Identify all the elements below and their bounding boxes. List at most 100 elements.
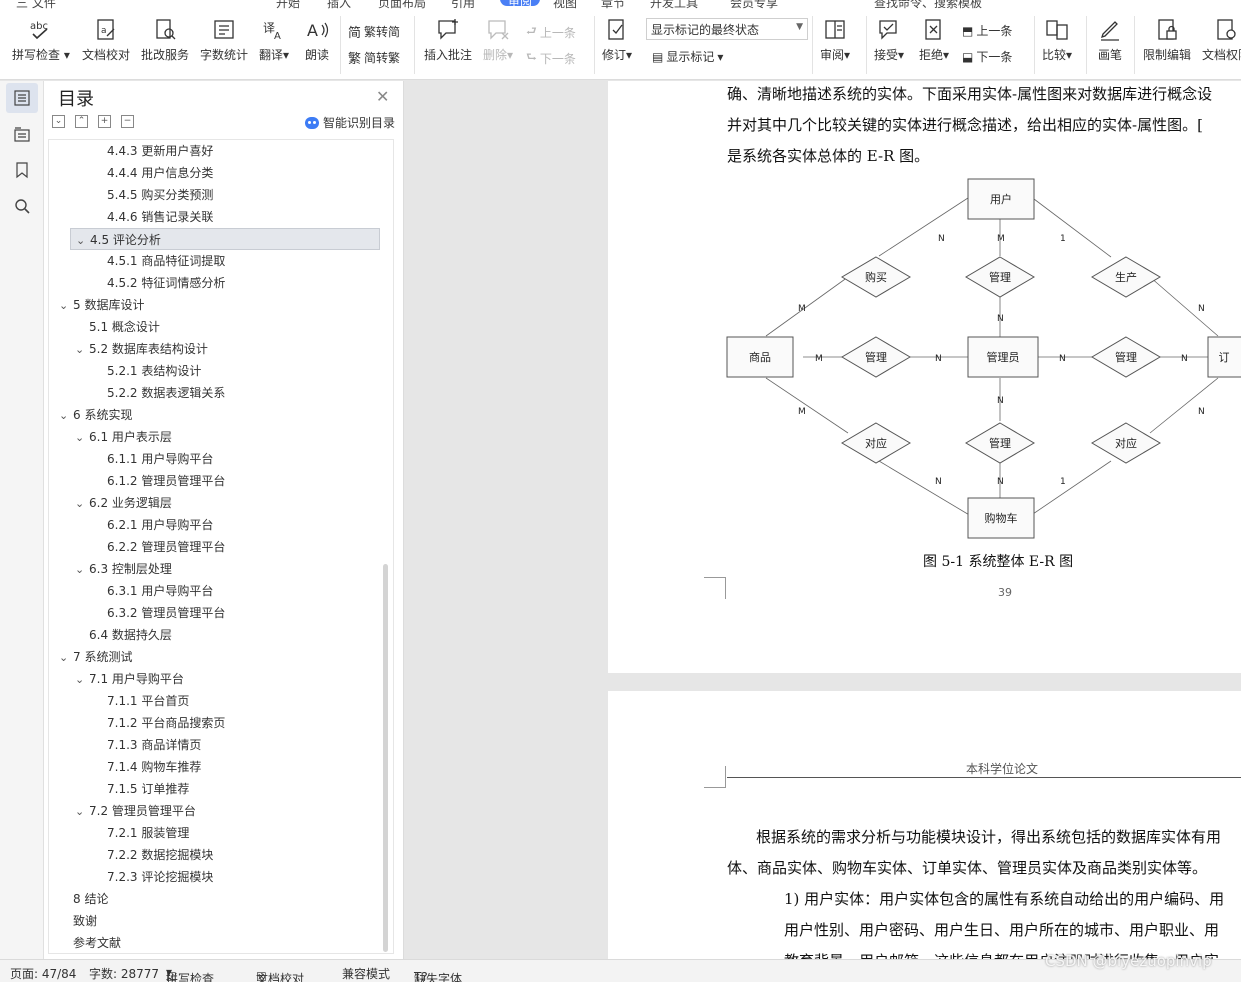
chevron-down-icon[interactable]: ⌄ xyxy=(75,493,89,515)
delete-comment-button[interactable]: 删除▾ xyxy=(483,18,513,63)
menu-tab[interactable]: 页面布局 xyxy=(378,0,426,10)
toc-item[interactable]: ⌄ 7 系统测试 xyxy=(59,646,132,668)
spell-check-status[interactable]: ☑ 拼写检查 ▾ xyxy=(166,965,214,982)
menu-tab[interactable]: 引用 xyxy=(451,0,475,10)
toc-item[interactable]: 6.4 数据持久层 xyxy=(89,624,172,646)
word-count-button[interactable]: 字数统计 xyxy=(200,18,248,63)
chevron-down-icon[interactable]: ⌄ xyxy=(59,647,73,669)
chevron-down-icon[interactable]: ⌄ xyxy=(76,230,90,252)
toc-item[interactable]: 7.2.2 数据挖掘模块 xyxy=(107,844,213,866)
accept-button[interactable]: 接受▾ xyxy=(874,18,904,63)
toc-item[interactable]: 4.4.4 用户信息分类 xyxy=(107,162,213,184)
toc-item-label: 7.1.1 平台首页 xyxy=(107,694,190,708)
toc-item[interactable]: 5.1 概念设计 xyxy=(89,316,160,338)
toc-item[interactable]: 4.5.2 特征词情感分析 xyxy=(107,272,225,294)
toc-item[interactable]: ⌄ 6.3 控制层处理 xyxy=(75,558,172,580)
next-comment-button[interactable]: ⮑ 下一条 xyxy=(526,48,576,69)
toc-pane-button[interactable] xyxy=(6,83,38,113)
spell-check-button[interactable]: abc 拼写检查 ▾ xyxy=(12,18,70,63)
toc-item[interactable]: ⌄ 6.2 业务逻辑层 xyxy=(75,492,172,514)
annotate-service-button[interactable]: 批改服务 xyxy=(141,18,189,63)
smart-toc-button[interactable]: 智能识别目录 xyxy=(304,114,395,131)
close-icon[interactable]: ✕ xyxy=(376,87,389,106)
toc-item[interactable]: 4.4.3 更新用户喜好 xyxy=(107,140,213,162)
translate-button[interactable]: 译A 翻译▾ xyxy=(259,18,289,63)
expand-all-icon[interactable]: ⌄ xyxy=(52,115,65,128)
toc-item[interactable]: ⌄ 5 数据库设计 xyxy=(59,294,144,316)
prev-change-button[interactable]: ⬒ 上一条 xyxy=(962,22,1012,39)
menu-tab[interactable]: 会员专享 xyxy=(730,0,778,10)
collapse-all-icon[interactable]: ⌃ xyxy=(75,115,88,128)
toc-item[interactable]: 6.2.1 用户导购平台 xyxy=(107,514,213,536)
menu-tab[interactable]: 查找命令、搜索模板 xyxy=(874,0,982,10)
search-pane-button[interactable] xyxy=(6,191,38,221)
word-count-indicator[interactable]: 字数: 28777 xyxy=(89,965,159,982)
toc-item[interactable]: 6.1.1 用户导购平台 xyxy=(107,448,213,470)
toc-item[interactable]: 7.1.3 商品详情页 xyxy=(107,734,201,756)
toc-item[interactable]: 8 结论 xyxy=(73,888,108,910)
toc-item[interactable]: 7.2.3 评论挖掘模块 xyxy=(107,866,213,888)
toc-item[interactable]: 7.1.1 平台首页 xyxy=(107,690,189,712)
toc-item[interactable]: 6.3.2 管理员管理平台 xyxy=(107,602,225,624)
remove-heading-icon[interactable]: − xyxy=(121,115,134,128)
chevron-down-icon[interactable]: ⌄ xyxy=(75,801,89,823)
next-change-icon: ⬓ xyxy=(962,49,974,64)
chevron-down-icon[interactable]: ⌄ xyxy=(75,427,89,449)
show-markup-button[interactable]: ▤ 显示标记 ▾ xyxy=(652,48,723,65)
doc-rights-button[interactable]: 文档权限 xyxy=(1202,18,1241,63)
revise-button[interactable]: 修订▾ xyxy=(602,18,632,63)
reject-button[interactable]: 拒绝▾ xyxy=(919,18,949,63)
toc-item[interactable]: 7.1.5 订单推荐 xyxy=(107,778,189,800)
menu-tab[interactable]: 审阅 xyxy=(500,0,541,8)
chevron-down-icon[interactable]: ⌄ xyxy=(75,669,89,691)
toc-item[interactable]: ⌄ 5.2 数据库表结构设计 xyxy=(75,338,208,360)
menu-tab[interactable]: 三 文件 xyxy=(16,0,56,10)
toc-item[interactable]: 7.1.2 平台商品搜索页 xyxy=(107,712,225,734)
toc-item[interactable]: 6.1.2 管理员管理平台 xyxy=(107,470,225,492)
menu-tab[interactable]: 插入 xyxy=(327,0,351,10)
toc-item[interactable]: 5.2.2 数据表逻辑关系 xyxy=(107,382,225,404)
toc-item[interactable]: 参考文献 xyxy=(73,932,122,953)
menu-tab[interactable]: 章节 xyxy=(601,0,625,10)
chevron-down-icon[interactable]: ⌄ xyxy=(59,405,73,427)
restrict-edit-button[interactable]: 限制编辑 xyxy=(1143,18,1191,63)
bookmark-pane-button[interactable] xyxy=(6,155,38,185)
toc-item[interactable]: 6.2.2 管理员管理平台 xyxy=(107,536,225,558)
trad-to-simp-button[interactable]: 简繁转简 xyxy=(348,22,400,41)
simp-to-trad-button[interactable]: 繁简转繁 xyxy=(348,48,400,67)
insert-comment-button[interactable]: 插入批注 xyxy=(424,18,472,63)
prev-comment-button[interactable]: ⮐ 上一条 xyxy=(526,22,576,43)
toc-item[interactable]: 5.4.5 购买分类预测 xyxy=(107,184,213,206)
watermark: CSDN @biyezuopinvip xyxy=(1045,952,1212,970)
menu-tab[interactable]: 开始 xyxy=(276,0,300,10)
toc-item[interactable]: ⌄ 7.2 管理员管理平台 xyxy=(75,800,196,822)
doc-proof-button[interactable]: a 文档校对 xyxy=(82,18,130,63)
toc-item[interactable]: 4.4.6 销售记录关联 xyxy=(107,206,213,228)
toc-scrollbar[interactable] xyxy=(383,564,388,952)
menu-tab[interactable]: 开发工具 xyxy=(650,0,698,10)
toc-item[interactable]: ⌄ 7.1 用户导购平台 xyxy=(75,668,184,690)
toc-item[interactable]: ⌄ 4.5 评论分析 xyxy=(70,228,380,250)
toc-item-label: 参考文献 xyxy=(73,936,122,950)
page-indicator[interactable]: 页面: 47/84 xyxy=(10,965,76,982)
add-heading-icon[interactable]: + xyxy=(98,115,111,128)
outline-pane-button[interactable] xyxy=(6,119,38,149)
chevron-down-icon[interactable]: ⌄ xyxy=(75,559,89,581)
read-aloud-button[interactable]: A 朗读 xyxy=(304,18,330,63)
toc-item[interactable]: 4.5.1 商品特征词提取 xyxy=(107,250,225,272)
next-change-button[interactable]: ⬓ 下一条 xyxy=(962,48,1012,65)
compare-button[interactable]: 比较▾ xyxy=(1042,18,1072,63)
markup-state-select[interactable]: 显示标记的最终状态 ▼ xyxy=(646,18,808,40)
toc-item[interactable]: 致谢 xyxy=(73,910,97,932)
toc-item[interactable]: 6.3.1 用户导购平台 xyxy=(107,580,213,602)
review-pane-button[interactable]: 审阅▾ xyxy=(820,18,850,63)
toc-item[interactable]: ⌄ 6.1 用户表示层 xyxy=(75,426,172,448)
toc-item[interactable]: ⌄ 6 系统实现 xyxy=(59,404,132,426)
chevron-down-icon[interactable]: ⌄ xyxy=(75,339,89,361)
menu-tab[interactable]: 视图 xyxy=(553,0,577,10)
toc-item[interactable]: 5.2.1 表结构设计 xyxy=(107,360,201,382)
pen-button[interactable]: 画笔 xyxy=(1097,18,1123,63)
toc-item[interactable]: 7.2.1 服装管理 xyxy=(107,822,189,844)
chevron-down-icon[interactable]: ⌄ xyxy=(59,295,73,317)
toc-item[interactable]: 7.1.4 购物车推荐 xyxy=(107,756,201,778)
